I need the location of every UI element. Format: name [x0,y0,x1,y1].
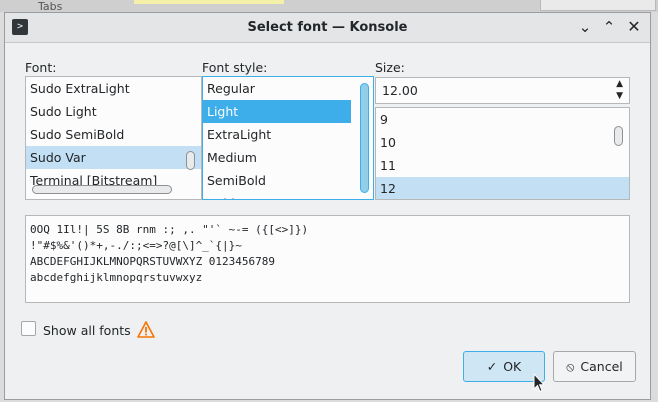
size-list-scrollbar[interactable] [614,126,623,146]
font-style-list[interactable]: Regular Light ExtraLight Medium SemiBold… [202,76,374,200]
size-item-10[interactable]: 10 [376,131,629,154]
size-label: Size: [375,60,405,75]
background-panel [540,0,656,11]
size-spinbox[interactable]: 12.00 ▲ ▼ [375,77,630,104]
preview-line: 0OQ 1Il!| 5S 8B rnm :; ,. "'` ~-= ({[<>]… [30,223,309,236]
minimize-icon[interactable]: ⌄ [575,17,595,37]
ok-label: OK [503,359,522,374]
size-item-9[interactable]: 9 [376,108,629,131]
preview-line: ABCDEFGHIJKLMNOPQRSTUVWXYZ 0123456789 [30,255,276,268]
warning-icon [137,321,155,338]
style-item-semibold[interactable]: SemiBold [203,169,373,192]
style-list-scrollbar[interactable] [360,83,369,193]
style-item-light[interactable]: Light [203,100,351,123]
font-item-sudo-var[interactable]: Sudo Var [26,146,201,169]
font-list-vertical-scrollbar[interactable] [186,151,195,170]
size-item-11[interactable]: 11 [376,154,629,177]
maximize-icon[interactable]: ⌃ [599,17,619,37]
show-all-fonts-label[interactable]: Show all fonts [43,323,131,338]
font-label: Font: [25,60,57,75]
spin-down-icon[interactable]: ▼ [616,91,623,101]
background-highlight [134,0,284,4]
font-style-label: Font style: [202,60,268,75]
style-item-extralight[interactable]: ExtraLight [203,123,373,146]
show-all-fonts-checkbox[interactable] [21,321,36,336]
select-font-dialog: > Select font — Konsole ⌄ ⌃ ✕ Font: Font… [4,12,651,400]
cancel-button[interactable]: ⦸ Cancel [553,351,636,382]
font-item-sudo-extralight[interactable]: Sudo ExtraLight [26,77,201,100]
title-bar[interactable]: > Select font — Konsole ⌄ ⌃ ✕ [5,13,650,43]
size-value: 12.00 [382,83,418,98]
style-item-bold[interactable]: Bold [203,192,373,199]
checkmark-icon: ✓ [486,359,498,374]
preview-line: abcdefghijklmnopqrstuvwxyz [30,271,203,284]
window-title: Select font — Konsole [247,20,408,35]
close-icon[interactable]: ✕ [624,17,644,37]
font-item-sudo-semibold[interactable]: Sudo SemiBold [26,123,201,146]
size-list[interactable]: 9 10 11 12 [375,107,630,200]
font-list-horizontal-scrollbar[interactable] [32,185,172,194]
style-item-regular[interactable]: Regular [203,77,373,100]
style-item-medium[interactable]: Medium [203,146,373,169]
mouse-cursor-icon [533,373,545,393]
spin-up-icon[interactable]: ▲ [616,79,623,89]
font-item-sudo-light[interactable]: Sudo Light [26,100,201,123]
font-preview[interactable]: 0OQ 1Il!| 5S 8B rnm :; ,. "'` ~-= ({[<>]… [25,215,630,303]
cancel-icon: ⦸ [566,359,575,374]
preview-line: !"#$%&'()*+,-./:;<=>?@[\]^_`{|}~ [30,239,242,252]
cancel-label: Cancel [580,359,623,374]
font-family-list[interactable]: Sudo ExtraLight Sudo Light Sudo SemiBold… [25,76,202,200]
size-item-12[interactable]: 12 [376,177,629,199]
